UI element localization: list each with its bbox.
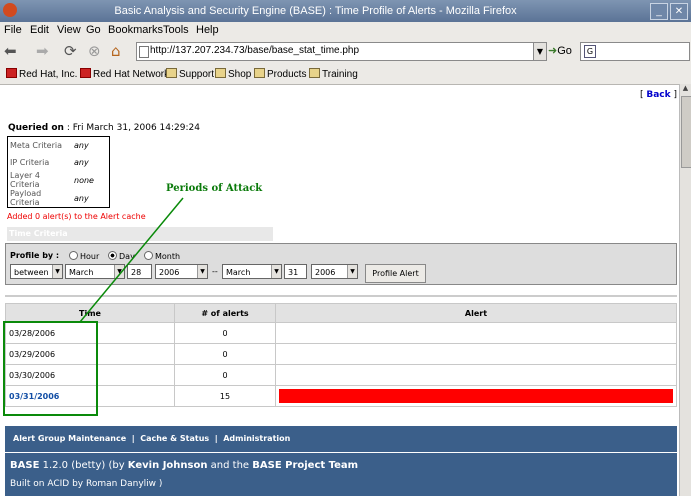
annotation-pointer	[79, 197, 184, 323]
cache-status-link[interactable]: Cache & Status	[140, 434, 209, 443]
footer-credits: BASE 1.2.0 (betty) (by Kevin Johnson and…	[5, 453, 677, 496]
annotation-overlay	[3, 197, 184, 416]
alert-group-maintenance-link[interactable]: Alert Group Maintenance	[13, 434, 126, 443]
footer-nav: Alert Group Maintenance | Cache & Status…	[5, 426, 677, 452]
version-line: BASE 1.2.0 (betty) (by Kevin Johnson and…	[10, 460, 359, 471]
annotation-box	[3, 321, 98, 416]
credits-line: Built on ACID by Roman Danyliw )	[10, 479, 163, 489]
annotation-label: Periods of Attack	[166, 183, 263, 194]
administration-link[interactable]: Administration	[223, 434, 290, 443]
